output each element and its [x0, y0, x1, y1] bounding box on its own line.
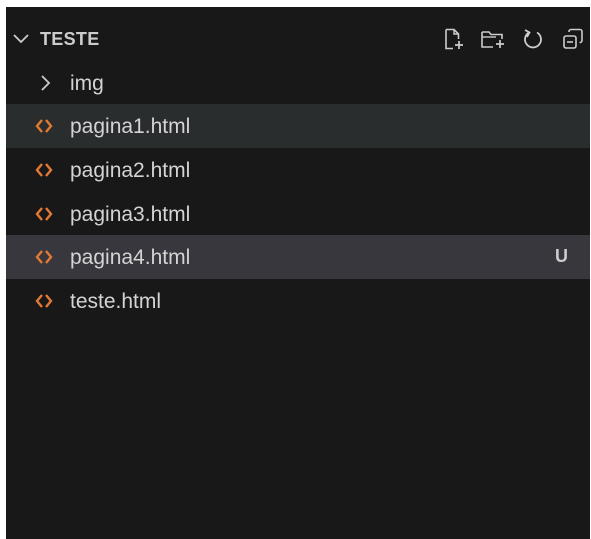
chevron-down-icon[interactable]	[11, 29, 31, 49]
new-file-icon[interactable]	[440, 26, 466, 52]
chevron-right-icon	[38, 72, 54, 94]
file-item-pagina4[interactable]: pagina4.html U	[6, 235, 590, 279]
html-file-icon	[34, 116, 54, 136]
folder-item-img[interactable]: img	[6, 61, 590, 105]
file-label: teste.html	[70, 290, 162, 313]
html-file-icon	[34, 204, 54, 224]
html-file-icon	[34, 247, 54, 267]
file-label: pagina1.html	[70, 115, 191, 138]
explorer-actions	[440, 22, 586, 56]
section-title: TESTE	[40, 29, 100, 49]
new-folder-icon[interactable]	[480, 26, 506, 52]
file-item-pagina1[interactable]: pagina1.html	[6, 104, 590, 148]
file-explorer: TESTE img pagina1.html pagina2.html pagi…	[6, 7, 590, 539]
explorer-section-header[interactable]: TESTE	[6, 21, 590, 57]
html-file-icon	[34, 160, 54, 180]
file-label: pagina2.html	[70, 159, 191, 182]
file-label: pagina3.html	[70, 203, 191, 226]
collapse-all-icon[interactable]	[560, 26, 586, 52]
refresh-icon[interactable]	[520, 26, 546, 52]
file-item-pagina2[interactable]: pagina2.html	[6, 148, 590, 192]
file-item-pagina3[interactable]: pagina3.html	[6, 192, 590, 236]
file-label: pagina4.html	[70, 246, 191, 269]
folder-label: img	[70, 72, 104, 95]
html-file-icon	[34, 291, 54, 311]
file-item-teste[interactable]: teste.html	[6, 279, 590, 323]
git-status-badge: U	[555, 246, 568, 266]
